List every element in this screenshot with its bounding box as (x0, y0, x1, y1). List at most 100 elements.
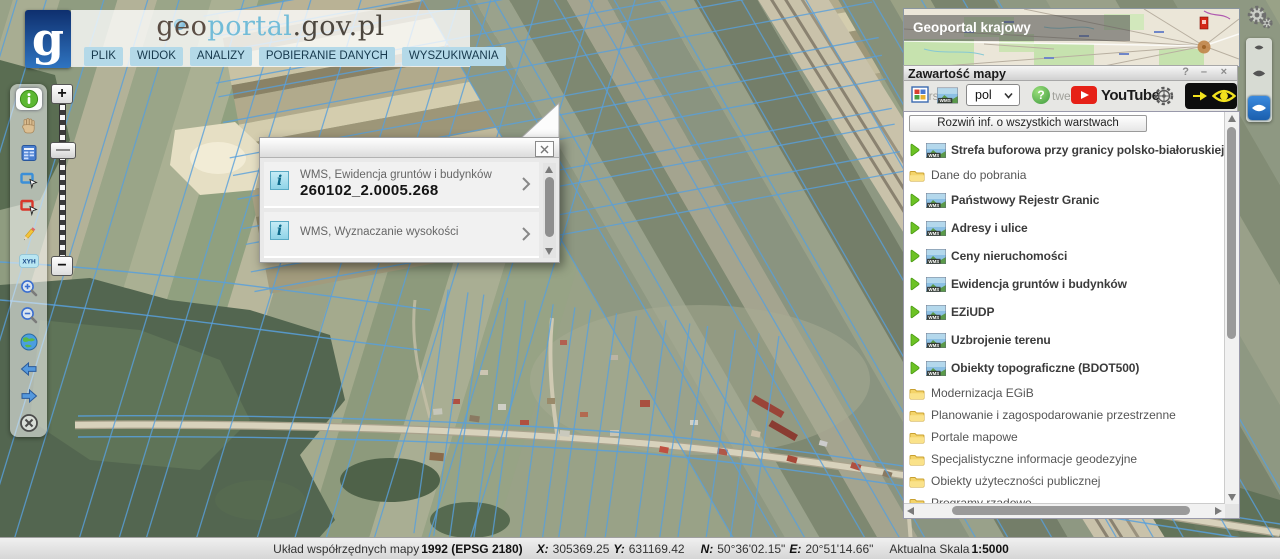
layer-play-icon (909, 221, 921, 235)
scroll-up-arrow[interactable] (545, 166, 553, 173)
wms-layer-icon (926, 221, 946, 236)
scroll-down-arrow[interactable] (1227, 494, 1236, 501)
quick-actions-bar (1185, 83, 1237, 109)
scroll-thumb[interactable] (1227, 127, 1236, 339)
yellow-eye-button[interactable] (1212, 88, 1236, 104)
deselect-rectangle-icon (19, 199, 38, 217)
menu-widok[interactable]: WIDOK (129, 47, 183, 66)
scale-value: 1:5000 (971, 541, 1009, 556)
previous-view-button[interactable] (16, 358, 42, 380)
overview-minimap[interactable]: Geoportal krajowy (903, 8, 1240, 67)
layer-item[interactable]: Ewidencja gruntów i budynków (909, 270, 1225, 298)
geoportal-logo[interactable]: g (25, 10, 71, 68)
header-band: geoportal.gov.pl PLIK WIDOK ANALIZY POBI… (71, 10, 506, 67)
n-label: N: (700, 541, 714, 556)
background-text: twe (1052, 89, 1071, 103)
layer-item[interactable]: Strefa buforowa przy granicy polsko-biał… (909, 136, 1225, 164)
scroll-down-arrow[interactable] (545, 248, 553, 255)
layer-item[interactable]: Obiekty topograficzne (BDOT500) (909, 354, 1225, 382)
layers-horizontal-scrollbar[interactable] (904, 503, 1225, 518)
layers-vertical-scrollbar[interactable] (1224, 112, 1239, 504)
layer-play-icon (909, 249, 921, 263)
layer-folder-item[interactable]: Portale mapowe (909, 426, 1225, 448)
table-icon (21, 145, 36, 161)
zoom-in-tool-button[interactable] (16, 277, 42, 299)
attribute-table-button[interactable] (16, 142, 42, 164)
globe-icon (20, 333, 37, 351)
layer-item[interactable]: Uzbrojenie terenu (909, 326, 1225, 354)
panel-minimize-button[interactable]: – (1201, 66, 1207, 78)
layer-folder-item[interactable]: Planowanie i zagospodarowanie przestrzen… (909, 404, 1225, 426)
layers-list-panel: Rozwiń inf. o wszystkich warstwach Stref… (903, 111, 1240, 519)
crs-value: 1992 (EPSG 2180) (421, 541, 523, 556)
scroll-left-arrow[interactable] (907, 507, 914, 515)
zoom-slider-handle[interactable] (50, 142, 76, 159)
popup-scrollbar[interactable] (543, 163, 556, 258)
add-wms-button[interactable] (937, 87, 958, 104)
svg-text:XYH: XYH (22, 259, 36, 266)
layer-item[interactable]: Ceny nieruchomości (909, 242, 1225, 270)
advanced-mode-button[interactable] (1248, 96, 1270, 120)
expand-all-layers-button[interactable]: Rozwiń inf. o wszystkich warstwach (909, 115, 1147, 132)
layer-folder-item[interactable]: Specjalistyczne informacje geodezyjne (909, 448, 1225, 470)
yellow-arrow-button[interactable] (1188, 87, 1212, 105)
menu-wyszukiwania[interactable]: WYSZUKIWANIA (401, 47, 506, 66)
main-menu: PLIK WIDOK ANALIZY POBIERANIE DANYCH WYS… (84, 47, 506, 66)
arrow-right-icon (21, 388, 37, 404)
layer-item[interactable]: Adresy i ulice (909, 214, 1225, 242)
zoom-out-tool-button[interactable] (16, 304, 42, 326)
panel-help-button[interactable]: ? (1182, 66, 1189, 78)
overview-title: Geoportal krajowy (904, 15, 1130, 41)
folder-icon (909, 453, 925, 466)
scroll-thumb[interactable] (545, 177, 554, 237)
popup-close-button[interactable] (535, 141, 554, 157)
zoom-in-button[interactable]: + (51, 84, 73, 104)
basic-mode-button[interactable] (1254, 44, 1264, 51)
wms-layer-icon (926, 143, 946, 158)
scroll-right-arrow[interactable] (1215, 507, 1222, 515)
wms-layer-icon (926, 333, 946, 348)
deselect-rectangle-button[interactable] (16, 196, 42, 218)
panel-close-button[interactable]: × (1221, 66, 1227, 78)
layer-folder-item[interactable]: Modernizacja EGiB (909, 382, 1225, 404)
intermediate-mode-button[interactable] (1252, 69, 1266, 78)
layer-item[interactable]: Państwowy Rejestr Granic (909, 186, 1225, 214)
map-toolbox: XYH (10, 84, 47, 437)
pan-tool-button[interactable] (16, 115, 42, 137)
menu-plik[interactable]: PLIK (84, 47, 123, 66)
x-label: X: (536, 541, 549, 556)
eye-medium-icon (1252, 69, 1266, 78)
info-icon (19, 89, 38, 109)
eye-small-icon (1254, 44, 1264, 51)
feature-result-item[interactable]: i WMS, Ewidencja gruntów i budynków 2601… (264, 162, 539, 208)
full-extent-button[interactable] (16, 331, 42, 353)
menu-analizy[interactable]: ANALIZY (189, 47, 252, 66)
zoom-slider-track[interactable] (59, 104, 66, 258)
help-button[interactable]: ? (1032, 86, 1050, 104)
layer-folder-item[interactable]: Dane do pobrania (909, 164, 1225, 186)
settings-gears-button[interactable] (1243, 4, 1275, 32)
menu-pobieranie-danych[interactable]: POBIERANIE DANYCH (258, 47, 395, 66)
wms-layer-icon (926, 361, 946, 376)
info-tool-button[interactable] (15, 88, 42, 110)
add-layer-button[interactable] (911, 86, 930, 104)
layer-item[interactable]: EZiUDP (909, 298, 1225, 326)
helm-button[interactable] (1153, 85, 1175, 107)
scroll-up-arrow[interactable] (1227, 115, 1236, 122)
select-rectangle-button[interactable] (16, 169, 42, 191)
youtube-link[interactable]: YouTube (1071, 86, 1160, 104)
scroll-thumb[interactable] (952, 506, 1190, 515)
logo-letter: g (31, 12, 65, 66)
clear-selection-button[interactable] (16, 412, 42, 434)
layer-folder-item[interactable]: Obiekty użyteczności publicznej (909, 470, 1225, 492)
language-select[interactable]: pol (966, 84, 1020, 106)
next-view-button[interactable] (16, 385, 42, 407)
xyh-coordinates-button[interactable]: XYH (16, 250, 42, 272)
info-badge-icon: i (270, 221, 289, 240)
feature-result-item[interactable]: i WMS, Wyznaczanie wysokości (264, 212, 539, 258)
wms-layer-icon (926, 305, 946, 320)
draw-measure-button[interactable] (16, 223, 42, 245)
layer-play-icon (909, 193, 921, 207)
zoom-out-button[interactable]: − (51, 256, 73, 276)
feature-info-popup: i WMS, Ewidencja gruntów i budynków 2601… (259, 137, 560, 263)
